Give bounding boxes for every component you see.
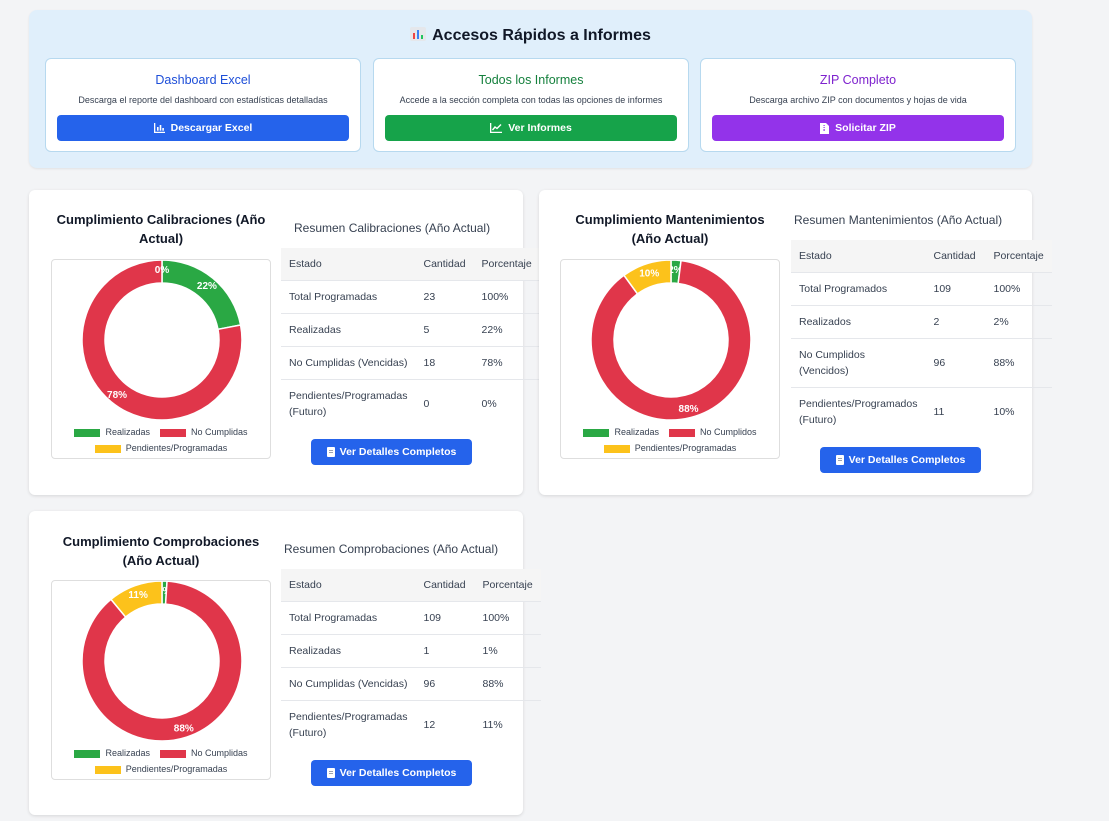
chart-bars-icon: [153, 123, 165, 133]
table-row: Total Programadas 109 100%: [281, 600, 541, 634]
calibraciones-chart-title: Cumplimiento Calibraciones (Año Actual): [56, 212, 266, 246]
quick-access-panel: Accesos Rápidos a Informes Dashboard Exc…: [29, 10, 1032, 168]
todos-informes-desc: Accede a la sección completa con todas l…: [399, 95, 663, 105]
mantenimientos-details-button[interactable]: Ver Detalles Completos: [820, 447, 981, 473]
ver-informes-label: Ver Informes: [508, 122, 572, 134]
download-excel-button[interactable]: Descargar Excel: [57, 115, 349, 141]
mantenimientos-legend: Realizadas No Cumplidos Pendientes/Progr…: [561, 424, 779, 456]
donut-label-no-cumplidas: 78%: [107, 390, 127, 401]
mantenimientos-chart: 2% 88% 10% Realizadas No Cumplidos Pendien…: [560, 259, 780, 459]
dashboard-excel-card: Dashboard Excel Descarga el reporte del …: [45, 58, 361, 152]
table-row: Pendientes/Programadas (Futuro) 12 11%: [281, 699, 541, 749]
legend-pendientes: Pendientes/Programadas: [94, 764, 227, 774]
table-row: No Cumplidos (Vencidos) 96 88%: [791, 337, 1052, 387]
calibraciones-chart: 22% 78% 0% Realizadas No Cumplidas Pendien…: [51, 259, 271, 459]
dashboard-excel-title: Dashboard Excel: [155, 73, 251, 87]
calibraciones-summary-title: Resumen Calibraciones (Año Actual): [294, 221, 491, 235]
dashboard-excel-desc: Descarga el reporte del dashboard con es…: [78, 95, 328, 105]
todos-informes-card: Todos los Informes Accede a la sección c…: [373, 58, 689, 152]
comprobaciones-chart-title: Cumplimiento Comprobaciones (Año Actual): [62, 534, 260, 568]
legend-no-cumplidas: No Cumplidas: [160, 427, 248, 437]
legend-pendientes: Pendientes/Programadas: [603, 443, 736, 453]
table-header-row: Estado Cantidad Porcentaje: [281, 248, 540, 280]
zip-file-icon: [820, 122, 830, 134]
details-button-label: Ver Detalles Completos: [339, 446, 457, 458]
mantenimientos-chart-title: Cumplimiento Mantenimientos (Año Actual): [575, 212, 765, 246]
donut-slice-realizadas: [161, 260, 242, 331]
header-porcentaje: Porcentaje: [474, 569, 541, 601]
calibraciones-legend: Realizadas No Cumplidas Pendientes/Progr…: [52, 424, 270, 456]
table-header-row: Estado Cantidad Porcentaje: [791, 240, 1052, 272]
donut-label-pendientes: 0%: [155, 265, 170, 276]
table-row: Pendientes/Programadas (Futuro) 0 0%: [281, 378, 540, 428]
table-row: Realizadas 1 1%: [281, 633, 541, 667]
table-row: No Cumplidas (Vencidas) 96 88%: [281, 666, 541, 700]
download-excel-label: Descargar Excel: [170, 122, 253, 134]
details-button-label: Ver Detalles Completos: [848, 454, 966, 466]
header-porcentaje: Porcentaje: [473, 248, 540, 280]
table-row: Pendientes/Programados (Futuro) 11 10%: [791, 386, 1052, 436]
legend-realizadas: Realizadas: [74, 748, 150, 758]
donut-slice-no-cumplidas: [590, 260, 752, 421]
header-estado: Estado: [281, 569, 416, 601]
donut-slice-no-cumplidas: [81, 581, 243, 742]
table-header-row: Estado Cantidad Porcentaje: [281, 569, 541, 601]
ver-informes-button[interactable]: Ver Informes: [385, 115, 677, 141]
comprobaciones-summary-title: Resumen Comprobaciones (Año Actual): [284, 542, 499, 556]
header-estado: Estado: [281, 248, 416, 280]
line-chart-icon: [490, 123, 503, 133]
legend-no-cumplidas: No Cumplidas: [160, 748, 248, 758]
table-row: No Cumplidas (Vencidas) 18 78%: [281, 345, 540, 379]
quick-access-title: Accesos Rápidos a Informes: [29, 27, 1032, 45]
solicitar-zip-label: Solicitar ZIP: [835, 122, 896, 134]
mantenimientos-card: Cumplimiento Mantenimientos (Año Actual)…: [539, 190, 1052, 495]
document-icon: [835, 455, 844, 465]
table-row: Total Programados 109 100%: [791, 271, 1052, 305]
header-cantidad: Cantidad: [925, 240, 986, 272]
mantenimientos-summary-title: Resumen Mantenimientos (Año Actual): [794, 213, 1003, 227]
donut-label-pendientes: 11%: [128, 590, 148, 601]
bar-chart-icon: [410, 27, 427, 41]
calibraciones-summary-table: Estado Cantidad Porcentaje Total Program…: [281, 248, 540, 428]
donut-label-no-cumplidas: 88%: [679, 404, 699, 415]
table-row: Realizados 2 2%: [791, 304, 1052, 338]
donut-label-realizadas: 22%: [197, 281, 217, 292]
quick-access-title-text: Accesos Rápidos a Informes: [432, 27, 651, 44]
calibraciones-card: Cumplimiento Calibraciones (Año Actual) …: [29, 190, 540, 495]
comprobaciones-card: Cumplimiento Comprobaciones (Año Actual)…: [29, 511, 541, 815]
table-row: Total Programadas 23 100%: [281, 279, 540, 313]
comprobaciones-summary-table: Estado Cantidad Porcentaje Total Program…: [281, 569, 541, 749]
zip-completo-title: ZIP Completo: [819, 73, 897, 87]
zip-completo-card: ZIP Completo Descarga archivo ZIP con do…: [700, 58, 1016, 152]
legend-realizadas: Realizadas: [74, 427, 150, 437]
comprobaciones-details-button[interactable]: Ver Detalles Completos: [311, 760, 472, 786]
solicitar-zip-button[interactable]: Solicitar ZIP: [712, 115, 1004, 141]
todos-informes-title: Todos los Informes: [478, 73, 584, 87]
header-cantidad: Cantidad: [415, 569, 475, 601]
comprobaciones-chart: 1% 88% 11% Realizadas No Cumplidas Pendien…: [51, 580, 271, 780]
table-row: Realizadas 5 22%: [281, 312, 540, 346]
zip-completo-desc: Descarga archivo ZIP con documentos y ho…: [749, 95, 967, 105]
donut-label-pendientes: 10%: [639, 268, 659, 279]
comprobaciones-legend: Realizadas No Cumplidas Pendientes/Progr…: [52, 745, 270, 777]
legend-no-cumplidos: No Cumplidos: [669, 427, 757, 437]
calibraciones-details-button[interactable]: Ver Detalles Completos: [311, 439, 472, 465]
header-cantidad: Cantidad: [415, 248, 474, 280]
header-porcentaje: Porcentaje: [985, 240, 1052, 272]
donut-label-no-cumplidas: 88%: [174, 724, 194, 735]
mantenimientos-summary-table: Estado Cantidad Porcentaje Total Program…: [791, 240, 1052, 436]
legend-pendientes: Pendientes/Programadas: [94, 443, 227, 453]
document-icon: [326, 447, 335, 457]
header-estado: Estado: [791, 240, 926, 272]
legend-realizados: Realizadas: [583, 427, 659, 437]
details-button-label: Ver Detalles Completos: [339, 767, 457, 779]
document-icon: [326, 768, 335, 778]
